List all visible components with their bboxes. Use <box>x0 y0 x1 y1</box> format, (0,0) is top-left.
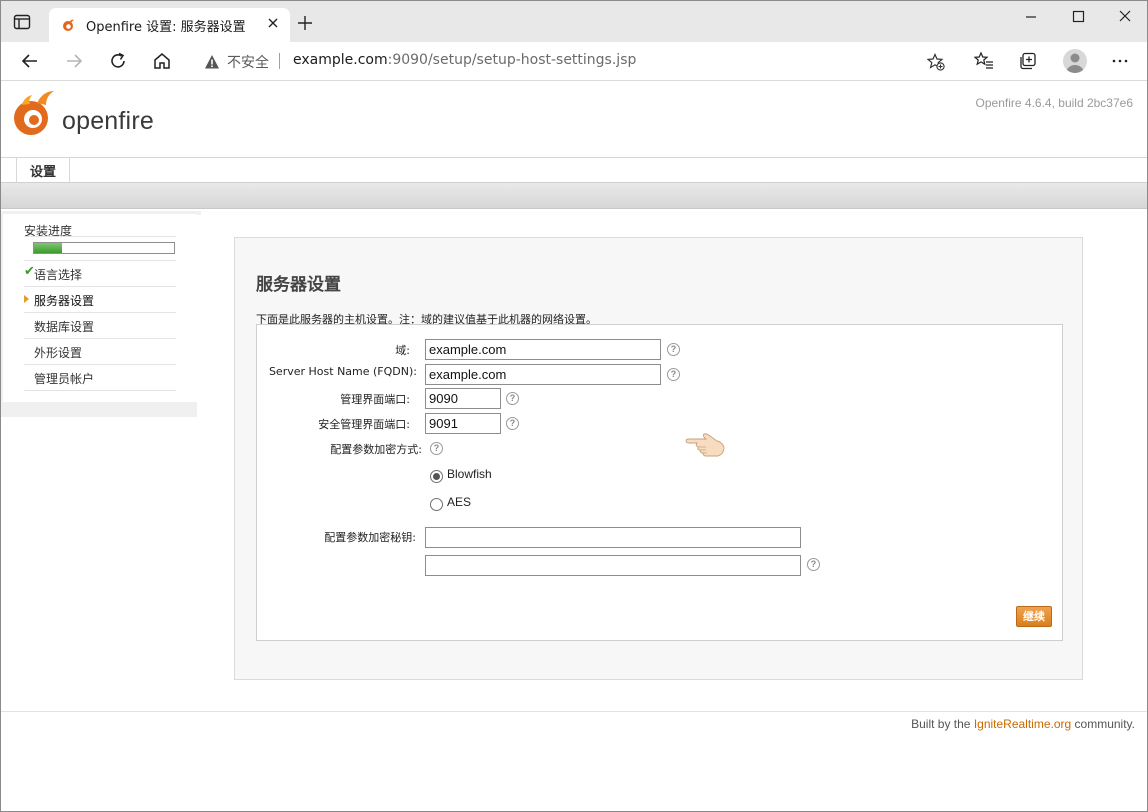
divider <box>24 338 176 339</box>
tab-setup[interactable]: 设置 <box>16 158 71 183</box>
encryption-key-confirm-input[interactable] <box>425 555 801 576</box>
admin-port-input[interactable] <box>425 388 501 409</box>
tab-actions-icon[interactable] <box>13 14 31 30</box>
continue-button[interactable]: 继续 <box>1016 606 1052 627</box>
secure-port-input[interactable] <box>425 413 501 434</box>
encryption-key-input[interactable] <box>425 527 801 548</box>
server-settings-panel: 服务器设置 下面是此服务器的主机设置。注：域的建议值基于此机器的网络设置。 域:… <box>234 237 1083 680</box>
admin-port-label: 管理界面端口: <box>340 393 410 406</box>
domain-input[interactable] <box>425 339 661 360</box>
sidebar-item-database: 数据库设置 <box>34 320 95 334</box>
forward-icon[interactable] <box>64 51 84 71</box>
openfire-favicon-icon <box>63 19 74 31</box>
encryption-key-label: 配置参数加密秘钥: <box>324 531 416 544</box>
tab-bar: Openfire 设置: 服务器设置 <box>1 1 1147 42</box>
sidebar-item-server: 服务器设置 <box>34 294 95 308</box>
maximize-icon[interactable] <box>1068 7 1088 27</box>
divider <box>24 260 176 261</box>
fqdn-label: Server Host Name (FQDN): <box>268 365 417 378</box>
sub-nav-bar <box>1 183 1147 209</box>
main-nav: 设置 <box>1 157 1147 183</box>
openfire-flame-icon <box>14 91 54 135</box>
url-host: example.com <box>293 52 388 68</box>
blowfish-label[interactable]: Blowfish <box>447 467 492 481</box>
divider <box>24 312 176 313</box>
refresh-icon[interactable] <box>108 51 128 71</box>
address-separator <box>279 53 280 69</box>
footer-divider <box>1 711 1147 712</box>
divider <box>24 364 176 365</box>
favorites-icon[interactable] <box>974 51 994 71</box>
blowfish-radio[interactable] <box>430 470 443 483</box>
not-secure-warning-icon[interactable] <box>204 54 220 70</box>
collections-icon[interactable] <box>1018 51 1038 71</box>
pointing-hand-icon <box>685 433 725 457</box>
back-icon[interactable] <box>20 51 40 71</box>
add-favorite-icon[interactable] <box>927 53 945 71</box>
setup-progress-bar <box>33 242 175 254</box>
domain-help-icon[interactable]: ? <box>667 343 680 356</box>
home-icon[interactable] <box>152 51 172 71</box>
domain-label: 域: <box>395 344 410 357</box>
close-tab-icon[interactable] <box>266 16 280 30</box>
divider <box>24 286 176 287</box>
fqdn-help-icon[interactable]: ? <box>667 368 680 381</box>
tab-title: Openfire 设置: 服务器设置 <box>86 20 246 35</box>
security-label[interactable]: 不安全 <box>227 52 269 72</box>
aes-radio[interactable] <box>430 498 443 511</box>
encryption-label: 配置参数加密方式: <box>330 443 422 456</box>
address-bar[interactable]: 不安全 example.com:9090/setup/setup-host-se… <box>191 45 957 77</box>
current-step-arrow-icon <box>24 295 29 303</box>
browser-tab[interactable]: Openfire 设置: 服务器设置 <box>49 8 290 42</box>
sidebar-panel: 安装进度 ✔ 语言选择 服务器设置 数据库设置 外形设置 管理员帐户 <box>3 214 197 402</box>
sidebar-item-language: 语言选择 <box>34 268 83 282</box>
more-menu-icon[interactable] <box>1110 51 1130 71</box>
browser-toolbar: 不安全 example.com:9090/setup/setup-host-se… <box>1 42 1147 81</box>
secure-port-help-icon[interactable]: ? <box>506 417 519 430</box>
server-settings-form: 域: ? Server Host Name (FQDN): ? 管理界面端口: … <box>256 324 1063 641</box>
profile-avatar-icon[interactable] <box>1063 49 1087 73</box>
ignite-realtime-link[interactable]: IgniteRealtime.org <box>974 717 1071 731</box>
divider <box>24 390 176 391</box>
encryption-key-help-icon[interactable]: ? <box>807 558 820 571</box>
browser-window: Openfire 设置: 服务器设置 不安全 example.com:9090/… <box>0 0 1148 812</box>
version-text: Openfire 4.6.4, build 2bc37e6 <box>975 96 1133 110</box>
divider <box>24 236 176 237</box>
progress-fill <box>34 243 62 253</box>
fqdn-input[interactable] <box>425 364 661 385</box>
sidebar-item-admin: 管理员帐户 <box>34 372 95 386</box>
openfire-logo[interactable]: openfire <box>10 87 160 143</box>
page-header: openfire Openfire 4.6.4, build 2bc37e6 <box>1 81 1147 157</box>
secure-port-label: 安全管理界面端口: <box>318 418 410 431</box>
encryption-help-icon[interactable]: ? <box>430 442 443 455</box>
url-text[interactable]: example.com:9090/setup/setup-host-settin… <box>293 52 636 68</box>
page-footer: Built by the IgniteRealtime.org communit… <box>911 717 1135 731</box>
close-window-icon[interactable] <box>1115 7 1135 27</box>
url-path: :9090/setup/setup-host-settings.jsp <box>387 52 637 68</box>
new-tab-icon[interactable] <box>297 15 313 31</box>
logo-text: openfire <box>62 107 154 135</box>
footer-prefix: Built by the <box>911 717 974 731</box>
page-title: 服务器设置 <box>256 275 341 295</box>
admin-port-help-icon[interactable]: ? <box>506 392 519 405</box>
aes-label[interactable]: AES <box>447 495 471 509</box>
setup-sidebar: 安装进度 ✔ 语言选择 服务器设置 数据库设置 外形设置 管理员帐户 <box>1 211 201 417</box>
footer-suffix: community. <box>1071 717 1135 731</box>
minimize-icon[interactable] <box>1021 7 1041 27</box>
openfire-page: openfire Openfire 4.6.4, build 2bc37e6 设… <box>1 81 1147 811</box>
sidebar-item-profile: 外形设置 <box>34 346 83 360</box>
